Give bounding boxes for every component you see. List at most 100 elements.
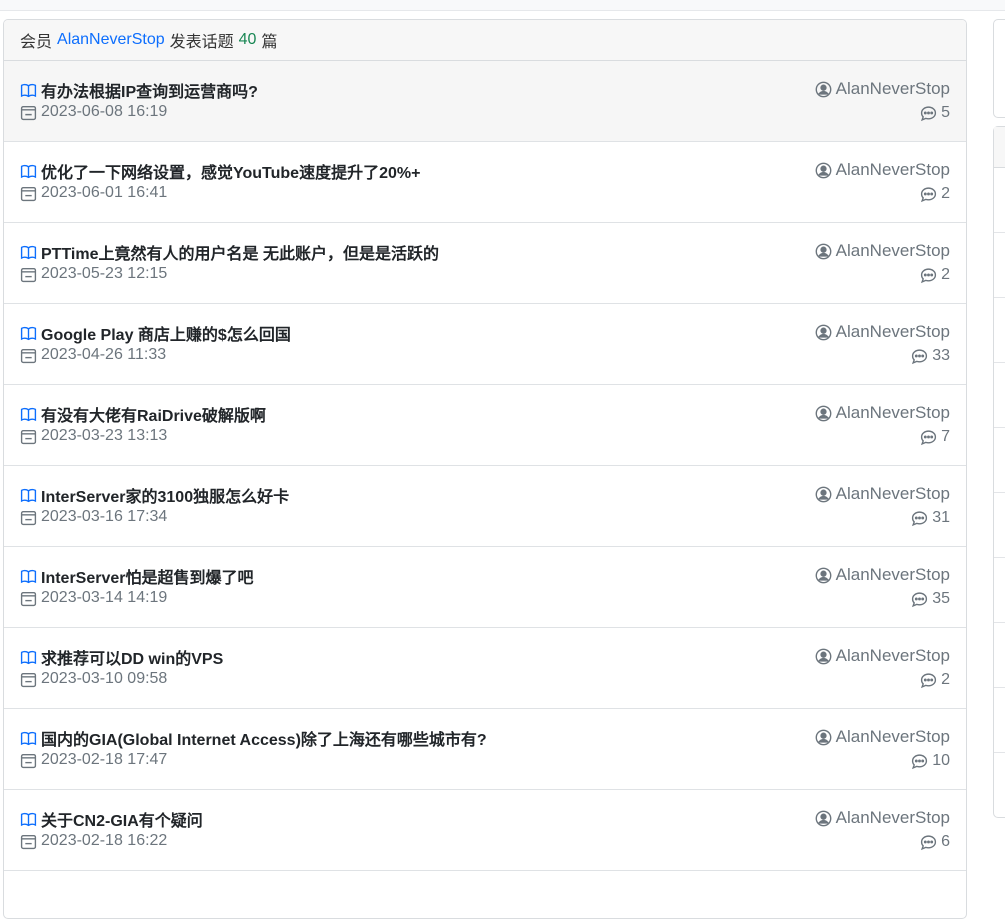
topic-row: 有没有大佬有RaiDrive破解版啊 2023-03-23 13:13 AlanNe…: [4, 385, 966, 466]
calendar-icon: [20, 833, 37, 850]
topic-list-card: 会员 AlanNeverStop 发表话题 40 篇 有办法根据IP查询到运营商…: [3, 19, 967, 919]
sidebar-list-item[interactable]: [994, 298, 1005, 363]
topic-date: 2023-04-26 11:33: [20, 346, 166, 364]
topic-title-link[interactable]: InterServer怕是超售到爆了吧: [20, 564, 254, 588]
topic-author-link[interactable]: AlanNeverStop: [815, 484, 950, 504]
topic-row: 有办法根据IP查询到运营商吗? 2023-06-08 16:19 AlanNever…: [4, 61, 966, 142]
sidebar-card-top: [993, 19, 1005, 118]
person-circle-icon: [815, 405, 832, 422]
topic-date: 2023-03-16 17:34: [20, 508, 167, 526]
topic-row: InterServer家的3100独服怎么好卡 2023-03-16 17:34 A…: [4, 466, 966, 547]
calendar-icon: [20, 752, 37, 769]
topic-replies: 35: [911, 590, 950, 608]
calendar-icon: [20, 509, 37, 526]
chat-icon: [911, 510, 928, 527]
topic-author-link[interactable]: AlanNeverStop: [815, 322, 950, 342]
sidebar-list-item[interactable]: [994, 428, 1005, 493]
chat-icon: [920, 429, 937, 446]
sidebar-list-item[interactable]: [994, 168, 1005, 233]
topic-author-link[interactable]: AlanNeverStop: [815, 160, 950, 180]
topic-author: AlanNeverStop: [835, 403, 950, 422]
chat-icon: [920, 186, 937, 203]
topic-author-link[interactable]: AlanNeverStop: [815, 79, 950, 99]
book-icon: [20, 649, 37, 666]
calendar-icon: [20, 104, 37, 121]
topic-row: InterServer怕是超售到爆了吧 2023-03-14 14:19 AlanN…: [4, 547, 966, 628]
book-icon: [20, 568, 37, 585]
member-link[interactable]: AlanNeverStop: [57, 31, 165, 49]
chat-icon: [920, 105, 937, 122]
calendar-icon: [20, 185, 37, 202]
person-circle-icon: [815, 729, 832, 746]
topic-author-link[interactable]: AlanNeverStop: [815, 403, 950, 423]
topic-title-link[interactable]: 求推荐可以DD win的VPS: [20, 645, 223, 669]
sidebar-list-item[interactable]: [994, 363, 1005, 428]
topic-date-text: 2023-03-16 17:34: [41, 508, 168, 525]
topic-title-link[interactable]: 优化了一下网络设置，感觉YouTube速度提升了20%+: [20, 159, 420, 183]
person-circle-icon: [815, 810, 832, 827]
chat-icon: [920, 672, 937, 689]
topic-title: 优化了一下网络设置，感觉YouTube速度提升了20%+: [41, 165, 421, 182]
topic-count: 40: [238, 31, 257, 48]
person-circle-icon: [815, 486, 832, 503]
topic-date-text: 2023-03-14 14:19: [41, 589, 168, 606]
book-icon: [20, 811, 37, 828]
topic-date: 2023-02-18 16:22: [20, 832, 167, 850]
topic-date: 2023-02-18 17:47: [20, 751, 167, 769]
topic-author-link[interactable]: AlanNeverStop: [815, 241, 950, 261]
sidebar-list-item[interactable]: [994, 623, 1005, 688]
topic-author: AlanNeverStop: [835, 565, 950, 584]
topic-date-text: 2023-02-18 16:22: [41, 832, 168, 849]
calendar-icon: [20, 671, 37, 688]
topic-date: 2023-03-23 13:13: [20, 427, 167, 445]
topic-title: PTTime上竟然有人的用户名是 无此账户，但是是活跃的: [41, 246, 439, 263]
person-circle-icon: [815, 567, 832, 584]
topic-date-text: 2023-06-08 16:19: [41, 103, 168, 120]
topic-title-link[interactable]: Google Play 商店上赚的$怎么回国: [20, 321, 291, 345]
reply-count: 33: [932, 347, 950, 364]
topic-replies: 33: [911, 347, 950, 365]
topic-title-link[interactable]: 有办法根据IP查询到运营商吗?: [20, 78, 258, 102]
topic-date-text: 2023-05-23 12:15: [41, 265, 168, 282]
topic-replies: 5: [920, 104, 950, 122]
topic-replies: 6: [920, 833, 950, 851]
person-circle-icon: [815, 648, 832, 665]
reply-count: 10: [932, 752, 950, 769]
book-icon: [20, 730, 37, 747]
calendar-icon: [20, 266, 37, 283]
topic-date: 2023-03-10 09:58: [20, 670, 167, 688]
calendar-icon: [20, 428, 37, 445]
sidebar-list-item[interactable]: [994, 558, 1005, 623]
topic-title-link[interactable]: InterServer家的3100独服怎么好卡: [20, 483, 289, 507]
topic-title: 有办法根据IP查询到运营商吗?: [41, 84, 258, 101]
topic-author-link[interactable]: AlanNeverStop: [815, 646, 950, 666]
book-icon: [20, 406, 37, 423]
topic-title-link[interactable]: PTTime上竟然有人的用户名是 无此账户，但是是活跃的: [20, 240, 439, 264]
topic-replies: 2: [920, 671, 950, 689]
topic-title-link[interactable]: 关于CN2-GIA有个疑问: [20, 807, 203, 831]
chat-icon: [911, 591, 928, 608]
sidebar-list-item[interactable]: [994, 233, 1005, 298]
topic-row: Google Play 商店上赚的$怎么回国 2023-04-26 11:33 Al…: [4, 304, 966, 385]
chat-icon: [911, 753, 928, 770]
chat-icon: [920, 834, 937, 851]
topic-title-link[interactable]: 国内的GIA(Global Internet Access)除了上海还有哪些城市…: [20, 726, 487, 750]
topic-date: 2023-03-14 14:19: [20, 589, 167, 607]
header-prefix: 会员: [20, 34, 53, 51]
person-circle-icon: [815, 243, 832, 260]
reply-count: 2: [941, 671, 950, 688]
sidebar-list-item[interactable]: [994, 493, 1005, 558]
topic-title-link[interactable]: 有没有大佬有RaiDrive破解版啊: [20, 402, 266, 426]
person-circle-icon: [815, 162, 832, 179]
topic-author-link[interactable]: AlanNeverStop: [815, 808, 950, 828]
reply-count: 6: [941, 833, 950, 850]
sidebar-list-item[interactable]: [994, 688, 1005, 753]
book-icon: [20, 325, 37, 342]
topic-row: 国内的GIA(Global Internet Access)除了上海还有哪些城市…: [4, 709, 966, 790]
topic-author-link[interactable]: AlanNeverStop: [815, 565, 950, 585]
reply-count: 5: [941, 104, 950, 121]
topic-author: AlanNeverStop: [835, 241, 950, 260]
topic-author-link[interactable]: AlanNeverStop: [815, 727, 950, 747]
topic-title: 求推荐可以DD win的VPS: [41, 651, 224, 668]
calendar-icon: [20, 347, 37, 364]
